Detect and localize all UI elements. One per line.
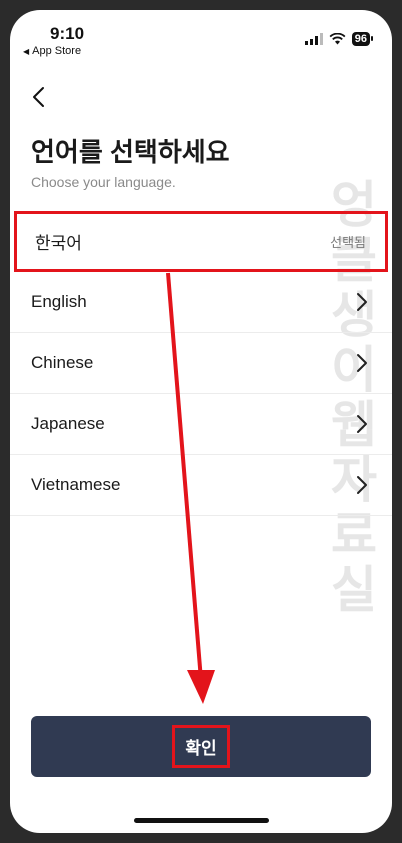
- back-app-label: App Store: [32, 45, 82, 57]
- back-triangle-icon: ◀: [23, 47, 30, 56]
- chevron-right-icon: [357, 354, 367, 372]
- page-subtitle: Choose your language.: [31, 174, 176, 190]
- confirm-button[interactable]: 확인: [31, 716, 371, 777]
- chevron-left-icon: [33, 87, 44, 107]
- page-title: 언어를 선택하세요: [31, 137, 230, 167]
- back-button[interactable]: [28, 85, 52, 109]
- language-label: Vietnamese: [31, 475, 121, 494]
- chevron-right-icon: [357, 293, 367, 311]
- status-time: 9:10: [50, 24, 85, 43]
- watermark-char: 료: [331, 507, 377, 563]
- battery-indicator: 96: [351, 32, 374, 46]
- back-to-app-store-link[interactable]: ◀ App Store: [23, 45, 81, 57]
- language-label: Japanese: [31, 414, 105, 433]
- language-item-vietnamese[interactable]: Vietnamese: [10, 455, 392, 516]
- language-item-japanese[interactable]: Japanese: [10, 394, 392, 455]
- language-label: English: [31, 292, 87, 311]
- language-label: 한국어: [35, 233, 82, 253]
- language-item-english[interactable]: English: [10, 272, 392, 333]
- confirm-button-label: 확인: [172, 725, 230, 768]
- wifi-icon: [329, 33, 346, 45]
- language-item-korean[interactable]: 한국어 선택됨: [14, 211, 388, 272]
- home-indicator: [134, 818, 269, 823]
- phone-screen: 9:10 ◀ App Store 96 언어를 선택하세요 Choose your…: [10, 10, 392, 833]
- chevron-right-icon: [357, 415, 367, 433]
- language-item-chinese[interactable]: Chinese: [10, 333, 392, 394]
- watermark-char: 실: [331, 562, 377, 618]
- language-list: 한국어 선택됨 English Chinese Japanese Vietnam…: [10, 211, 392, 516]
- signal-icon: [304, 33, 323, 45]
- status-icons: 96: [304, 32, 374, 46]
- language-label: Chinese: [31, 353, 94, 372]
- chevron-right-icon: [357, 476, 367, 494]
- status-bar: 9:10 ◀ App Store 96: [10, 10, 392, 66]
- selected-indicator: 선택됨: [330, 234, 366, 250]
